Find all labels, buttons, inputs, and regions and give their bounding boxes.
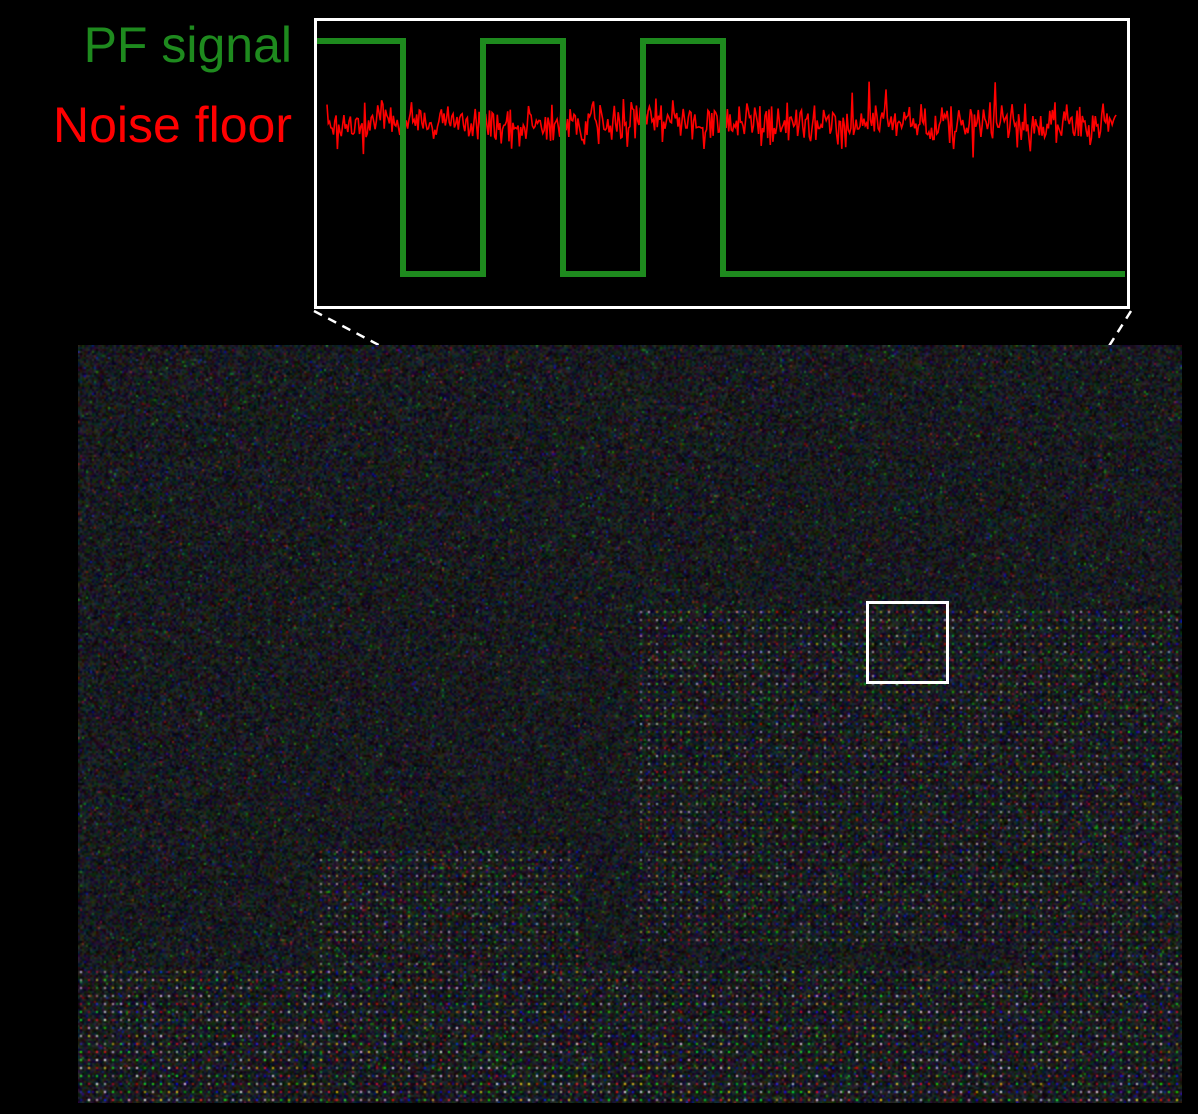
legend-noise-floor: Noise floor <box>53 97 292 153</box>
legend-pf-signal: PF signal <box>83 17 292 73</box>
rgb-noise-image <box>78 345 1182 1103</box>
signal-inset-plot <box>314 18 1130 309</box>
noise-canvas <box>78 345 1182 1103</box>
signal-plot-svg <box>317 38 1125 277</box>
pf-signal-trace <box>317 38 1125 277</box>
zoom-region-box <box>866 601 949 684</box>
